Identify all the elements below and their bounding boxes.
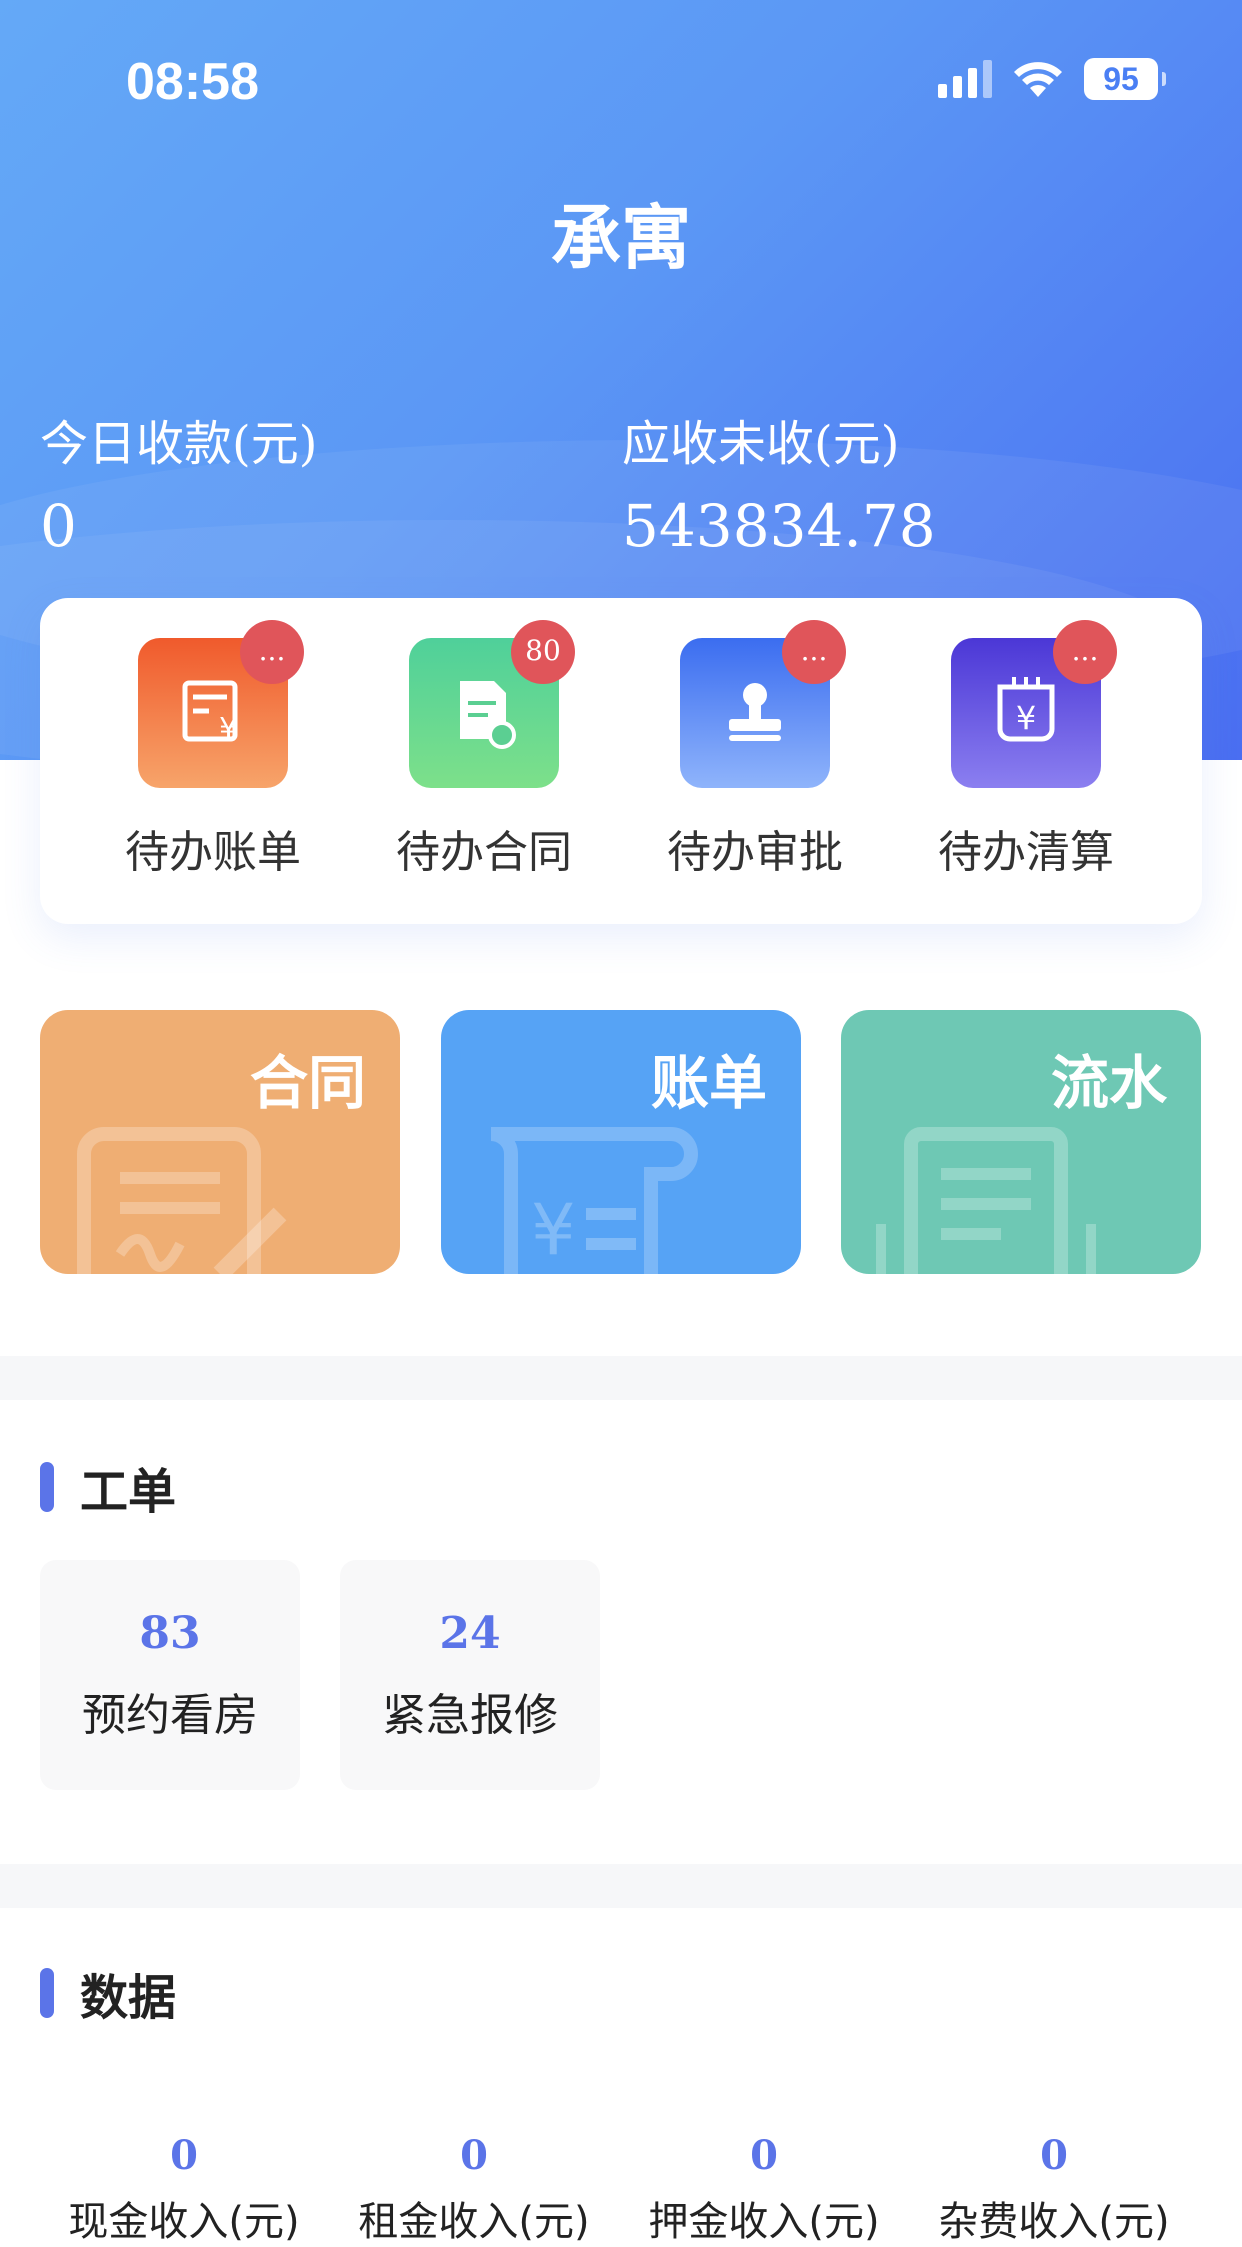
stat-label: 应收未收(元) bbox=[622, 416, 900, 472]
data-value: 0 bbox=[170, 2132, 198, 2179]
data-item-rent[interactable]: 0 租金收入(元) bbox=[324, 2132, 624, 2247]
section-divider bbox=[0, 1356, 1242, 1400]
settlement-icon: ¥ ... bbox=[951, 620, 1117, 788]
work-order-repair[interactable]: 24 紧急报修 bbox=[340, 1560, 600, 1790]
todo-item-bills[interactable]: ¥ ... 待办账单 bbox=[113, 620, 313, 880]
quick-card-label: 合同 bbox=[249, 1049, 366, 1117]
stamp-icon: ... bbox=[680, 620, 846, 788]
stat-value: 0 bbox=[40, 492, 77, 560]
quick-card-bills[interactable]: ¥ 账单 bbox=[441, 1010, 801, 1274]
data-label: 现金收入(元) bbox=[68, 2199, 300, 2245]
quick-card-label: 账单 bbox=[650, 1049, 767, 1117]
todo-label: 待办账单 bbox=[125, 827, 301, 878]
page-title: 承寓 bbox=[551, 197, 691, 279]
data-item-misc[interactable]: 0 杂费收入(元) bbox=[904, 2132, 1204, 2247]
quick-card-label: 流水 bbox=[1050, 1049, 1167, 1117]
data-label: 押金收入(元) bbox=[648, 2199, 880, 2245]
section-divider bbox=[0, 1864, 1242, 1908]
data-item-deposit[interactable]: 0 押金收入(元) bbox=[614, 2132, 914, 2247]
stat-label: 今日收款(元) bbox=[40, 416, 318, 472]
data-label: 杂费收入(元) bbox=[938, 2199, 1170, 2245]
section-title-data: 数据 bbox=[40, 1958, 176, 2028]
todo-label: 待办合同 bbox=[396, 827, 572, 878]
todo-label: 待办审批 bbox=[667, 827, 843, 878]
status-icons: 95 bbox=[938, 58, 1166, 100]
svg-text:¥: ¥ bbox=[219, 712, 238, 747]
bill-scroll-icon: ¥ bbox=[490, 1127, 698, 1274]
quick-card-ledger[interactable]: 流水 bbox=[841, 1010, 1201, 1274]
bill-icon: ¥ ... bbox=[138, 620, 304, 788]
data-value: 0 bbox=[1040, 2132, 1068, 2179]
signal-icon bbox=[938, 60, 992, 98]
section-accent-bar bbox=[40, 1462, 54, 1512]
todo-badge: ... bbox=[1053, 620, 1117, 684]
data-value: 0 bbox=[460, 2132, 488, 2179]
todo-item-settlements[interactable]: ¥ ... 待办清算 bbox=[926, 620, 1126, 880]
section-title-work-orders: 工单 bbox=[40, 1452, 176, 1522]
todo-badge: ... bbox=[240, 620, 304, 684]
data-label: 租金收入(元) bbox=[358, 2199, 590, 2245]
battery-icon: 95 bbox=[1084, 58, 1166, 100]
data-item-cash[interactable]: 0 现金收入(元) bbox=[34, 2132, 334, 2247]
ledger-icon bbox=[876, 1127, 1096, 1274]
contract-sign-icon bbox=[77, 1127, 287, 1274]
todo-badge: 80 bbox=[511, 620, 575, 684]
section-title-text: 工单 bbox=[80, 1464, 177, 1520]
stat-value: 543834.78 bbox=[622, 492, 936, 560]
status-time: 08:58 bbox=[126, 53, 259, 111]
contract-icon: 80 bbox=[409, 620, 575, 788]
stat-today-receipt[interactable]: 今日收款(元) 0 bbox=[40, 404, 317, 560]
section-accent-bar bbox=[40, 1968, 54, 2018]
todo-badge: ... bbox=[782, 620, 846, 684]
svg-text:¥: ¥ bbox=[1016, 699, 1036, 737]
svg-text:¥: ¥ bbox=[531, 1189, 576, 1271]
data-value: 0 bbox=[750, 2132, 778, 2179]
todo-item-contracts[interactable]: 80 待办合同 bbox=[384, 620, 584, 880]
work-order-count: 83 bbox=[139, 1608, 201, 1659]
stat-receivable[interactable]: 应收未收(元) 543834.78 bbox=[622, 404, 936, 560]
work-order-count: 24 bbox=[439, 1608, 501, 1659]
quick-card-contracts[interactable]: 合同 bbox=[40, 1010, 400, 1274]
work-order-label: 预约看房 bbox=[82, 1690, 258, 1741]
section-title-text: 数据 bbox=[80, 1970, 177, 2026]
todo-card: ¥ ... 待办账单 80 待办合同 ... 待办审批 ¥ ... 待办清算 bbox=[40, 598, 1202, 924]
work-order-viewing[interactable]: 83 预约看房 bbox=[40, 1560, 300, 1790]
wifi-icon bbox=[1014, 62, 1062, 97]
work-order-label: 紧急报修 bbox=[382, 1690, 558, 1741]
todo-label: 待办清算 bbox=[938, 827, 1114, 878]
todo-item-approvals[interactable]: ... 待办审批 bbox=[655, 620, 855, 880]
